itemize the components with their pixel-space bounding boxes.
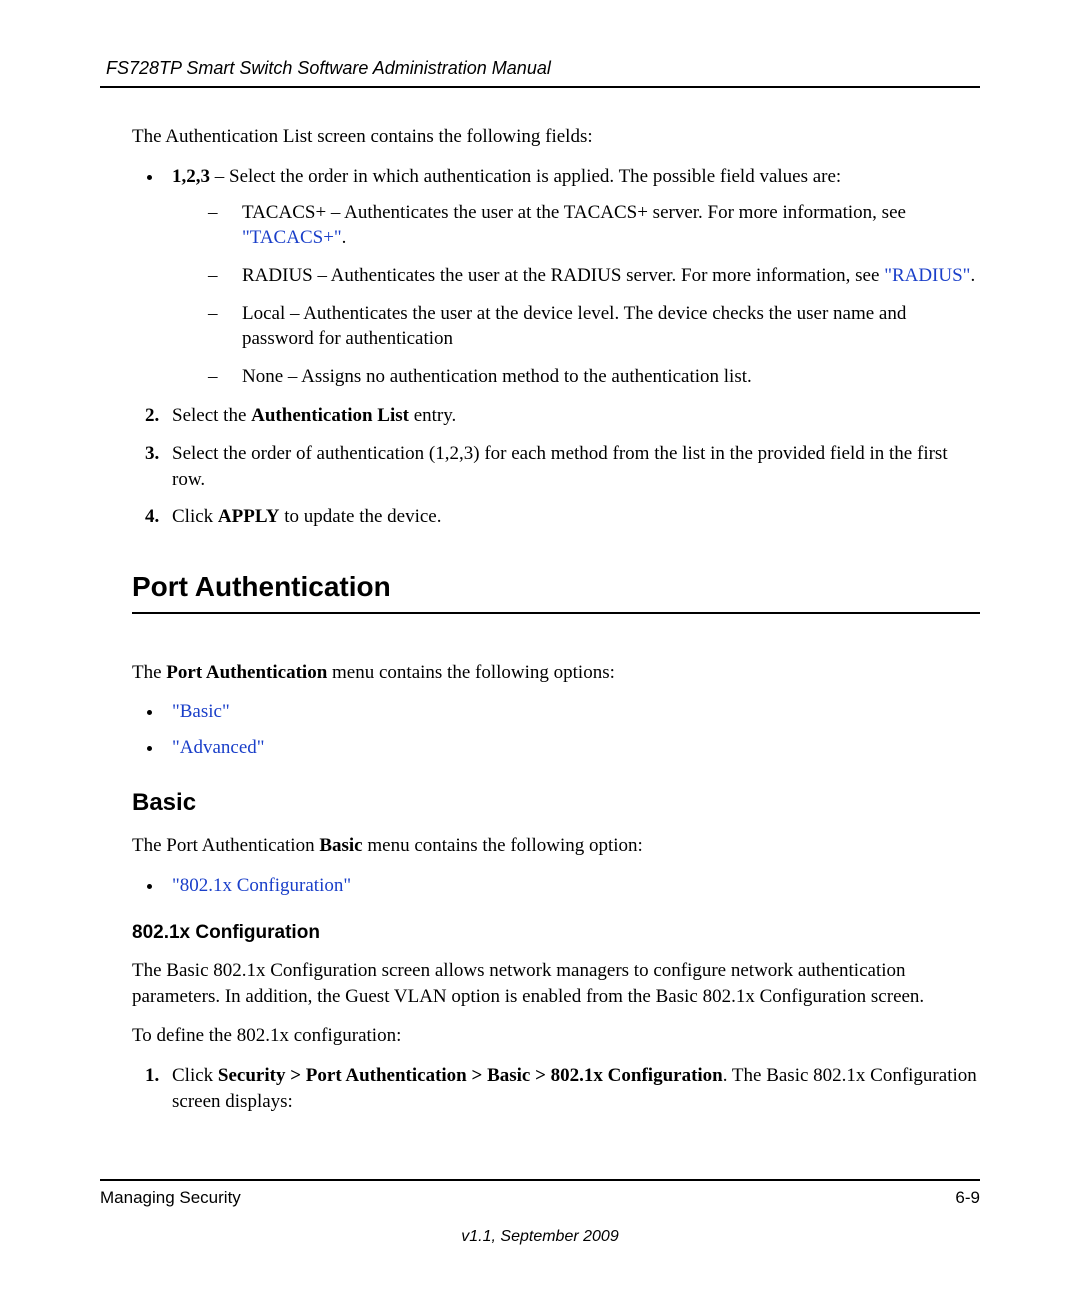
page-footer: Managing Security 6-9 v1.1, September 20… <box>100 1179 980 1248</box>
step-bold: APPLY <box>218 506 280 527</box>
body-content: The Authentication List screen contains … <box>132 124 980 1114</box>
config-step-1: Click Security > Port Authentication > B… <box>164 1063 980 1114</box>
radius-link[interactable]: "RADIUS" <box>884 265 970 286</box>
footer-center: v1.1, September 2009 <box>100 1226 980 1248</box>
option-list: "Basic" "Advanced" <box>132 699 980 760</box>
basic-option-list: "802.1x Configuration" <box>132 873 980 899</box>
sublist-item-tacacs: TACACS+ – Authenticates the user at the … <box>208 200 980 251</box>
header-rule <box>100 86 980 88</box>
advanced-link[interactable]: "Advanced" <box>172 737 265 758</box>
intro-text-post: menu contains the following options: <box>327 662 615 683</box>
basic-link[interactable]: "Basic" <box>172 701 230 722</box>
sublist-item-radius: RADIUS – Authenticates the user at the R… <box>208 263 980 289</box>
config-para: The Basic 802.1x Configuration screen al… <box>132 958 980 1009</box>
option-basic: "Basic" <box>164 699 980 725</box>
sublist-item-local: Local – Authenticates the user at the de… <box>208 301 980 352</box>
tacacs-link[interactable]: "TACACS+" <box>242 227 342 248</box>
section-intro: The Port Authentication menu contains th… <box>132 660 980 686</box>
step-text: Click <box>172 1065 218 1086</box>
intro-paragraph: The Authentication List screen contains … <box>132 124 980 150</box>
field-desc: – Select the order in which authenticati… <box>210 166 841 187</box>
subsubsection-heading-config: 802.1x Configuration <box>132 920 980 946</box>
sub-text: TACACS+ – Authenticates the user at the … <box>242 202 906 223</box>
field-sublist: TACACS+ – Authenticates the user at the … <box>208 200 980 390</box>
sublist-item-none: None – Assigns no authentication method … <box>208 364 980 390</box>
option-advanced: "Advanced" <box>164 735 980 761</box>
field-list: 1,2,3 – Select the order in which authen… <box>132 164 980 389</box>
basic-intro-bold: Basic <box>319 835 362 856</box>
sub-text-post: . <box>342 227 347 248</box>
field-list-item: 1,2,3 – Select the order in which authen… <box>164 164 980 389</box>
basic-intro: The Port Authentication Basic menu conta… <box>132 833 980 859</box>
sub-text: RADIUS – Authenticates the user at the R… <box>242 265 884 286</box>
step-text-post: to update the device. <box>280 506 442 527</box>
sub-text-post: . <box>970 265 975 286</box>
field-label: 1,2,3 <box>172 166 210 187</box>
intro-bold: Port Authentication <box>166 662 327 683</box>
running-header: FS728TP Smart Switch Software Administra… <box>106 56 980 80</box>
step-list: Select the Authentication List entry. Se… <box>132 403 980 530</box>
step-3: Select the order of authentication (1,2,… <box>164 441 980 492</box>
config-step-list: Click Security > Port Authentication > B… <box>132 1063 980 1114</box>
footer-right: 6-9 <box>955 1187 980 1210</box>
step-4: Click APPLY to update the device. <box>164 504 980 530</box>
page: FS728TP Smart Switch Software Administra… <box>0 0 1080 1296</box>
subsection-heading-basic: Basic <box>132 787 980 819</box>
basic-intro-post: menu contains the following option: <box>363 835 643 856</box>
intro-text: The <box>132 662 166 683</box>
step-2: Select the Authentication List entry. <box>164 403 980 429</box>
step-bold: Security > Port Authentication > Basic >… <box>218 1065 723 1086</box>
footer-rule <box>100 1179 980 1181</box>
section-rule <box>132 612 980 614</box>
step-text: Click <box>172 506 218 527</box>
basic-option-item: "802.1x Configuration" <box>164 873 980 899</box>
section-heading-port-auth: Port Authentication <box>132 568 980 606</box>
step-text-post: entry. <box>409 405 456 426</box>
basic-intro-pre: The Port Authentication <box>132 835 319 856</box>
config-lead: To define the 802.1x configuration: <box>132 1023 980 1049</box>
footer-left: Managing Security <box>100 1187 241 1210</box>
step-text: Select the <box>172 405 251 426</box>
step-bold: Authentication List <box>251 405 409 426</box>
config-link[interactable]: "802.1x Configuration" <box>172 875 351 896</box>
